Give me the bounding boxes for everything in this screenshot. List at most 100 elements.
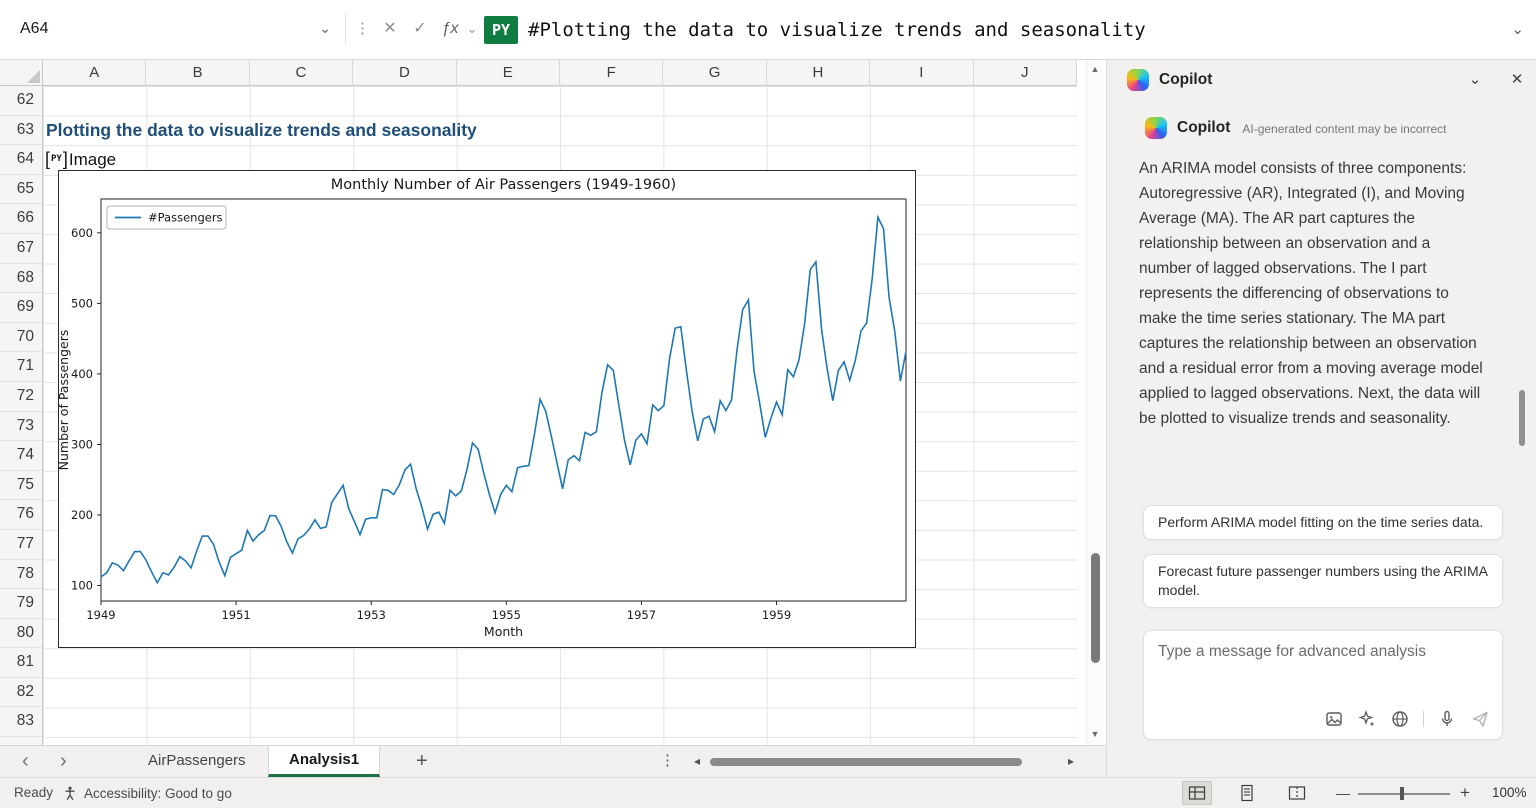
row-header-69[interactable]: 69: [0, 293, 42, 323]
copilot-header: Copilot ⌄ ✕: [1107, 60, 1536, 100]
row-header-68[interactable]: 68: [0, 264, 42, 294]
row-header-78[interactable]: 78: [0, 560, 42, 590]
insert-function-icon[interactable]: ƒx: [438, 14, 462, 44]
cell-a64-text: Image: [69, 150, 116, 170]
name-box-chevron-icon[interactable]: ⌄: [319, 13, 331, 43]
view-page-layout-button[interactable]: [1232, 781, 1262, 805]
svg-text:1951: 1951: [221, 608, 250, 622]
microphone-icon[interactable]: [1437, 709, 1457, 729]
hscroll-left-icon[interactable]: ◂: [694, 746, 700, 776]
svg-text:1953: 1953: [357, 608, 386, 622]
row-header-73[interactable]: 73: [0, 412, 42, 442]
suggestion-chip[interactable]: Forecast future passenger numbers using …: [1143, 554, 1503, 608]
column-header-d[interactable]: D: [353, 60, 456, 86]
column-header-c[interactable]: C: [250, 60, 353, 86]
cancel-entry-icon[interactable]: ✕: [378, 14, 402, 44]
prompt-sparkle-icon[interactable]: [1357, 709, 1377, 729]
row-header-76[interactable]: 76: [0, 500, 42, 530]
svg-text:1949: 1949: [86, 608, 115, 622]
zoom-level[interactable]: 100%: [1492, 778, 1527, 808]
column-header-b[interactable]: B: [146, 60, 249, 86]
send-icon[interactable]: [1470, 709, 1490, 729]
zoom-slider-thumb[interactable]: [1400, 787, 1404, 800]
name-box[interactable]: A64 ⌄: [14, 13, 346, 45]
sheet-nav-right-icon[interactable]: ›: [60, 746, 67, 776]
svg-text:1955: 1955: [492, 608, 521, 622]
svg-text:300: 300: [71, 437, 93, 451]
horizontal-scrollbar-thumb[interactable]: [710, 758, 1022, 766]
sheet-nav-left-icon[interactable]: ‹: [22, 746, 29, 776]
zoom-slider[interactable]: [1358, 793, 1450, 795]
select-all-corner[interactable]: [0, 60, 43, 86]
column-header-i[interactable]: I: [870, 60, 973, 86]
row-header-71[interactable]: 71: [0, 352, 42, 382]
accessibility-text: Accessibility: Good to go: [84, 786, 232, 801]
column-header-g[interactable]: G: [663, 60, 766, 86]
view-page-break-icon: [1288, 785, 1306, 801]
formula-bar-expand-icon[interactable]: ⌄: [1511, 16, 1524, 44]
svg-text:100: 100: [71, 578, 93, 592]
globe-icon[interactable]: [1390, 709, 1410, 729]
collapse-pane-icon[interactable]: ⌄: [1463, 60, 1487, 100]
sheet-options-icon[interactable]: ⋮: [660, 746, 675, 776]
copilot-pane-title: Copilot: [1159, 60, 1212, 100]
confirm-entry-icon[interactable]: ✓: [408, 14, 432, 44]
copilot-input-box[interactable]: Type a message for advanced analysis: [1143, 630, 1503, 740]
hscroll-right-icon[interactable]: ▸: [1068, 746, 1074, 776]
accessibility-status[interactable]: Accessibility: Good to go: [62, 778, 232, 808]
vertical-scrollbar[interactable]: ▲ ▼: [1086, 60, 1103, 745]
svg-text:400: 400: [71, 367, 93, 381]
row-header-75[interactable]: 75: [0, 471, 42, 501]
svg-text:200: 200: [71, 508, 93, 522]
row-header-63[interactable]: 63: [0, 116, 42, 146]
svg-text:1957: 1957: [627, 608, 656, 622]
column-header-h[interactable]: H: [767, 60, 870, 86]
view-normal-icon: [1188, 785, 1206, 801]
row-header-83[interactable]: 83: [0, 707, 42, 737]
view-normal-button[interactable]: [1182, 781, 1212, 805]
cell-reference: A64: [20, 13, 48, 45]
view-page-layout-icon: [1238, 784, 1256, 802]
accessibility-icon: [62, 785, 78, 801]
function-chevron-icon[interactable]: ⌄: [460, 14, 484, 44]
row-header-81[interactable]: 81: [0, 648, 42, 678]
row-header-67[interactable]: 67: [0, 234, 42, 264]
row-header-82[interactable]: 82: [0, 678, 42, 708]
status-ready: Ready: [14, 778, 53, 808]
row-header-66[interactable]: 66: [0, 204, 42, 234]
embedded-chart-image[interactable]: Monthly Number of Air Passengers (1949-1…: [58, 170, 916, 648]
column-header-e[interactable]: E: [457, 60, 560, 86]
attach-image-icon[interactable]: [1324, 709, 1344, 729]
row-header-64[interactable]: 64: [0, 145, 42, 175]
ai-disclaimer: AI-generated content may be incorrect: [1242, 122, 1446, 136]
sheet-tab-analysis1[interactable]: Analysis1: [268, 746, 380, 777]
zoom-out-button[interactable]: —: [1336, 778, 1350, 808]
add-sheet-button[interactable]: +: [416, 746, 428, 776]
row-header-70[interactable]: 70: [0, 323, 42, 353]
copilot-scrollbar-thumb[interactable]: [1519, 390, 1525, 446]
formula-input[interactable]: #Plotting the data to visualize trends a…: [528, 16, 1146, 44]
cells-region[interactable]: Plotting the data to visualize trends an…: [43, 86, 1077, 745]
row-header-77[interactable]: 77: [0, 530, 42, 560]
column-header-a[interactable]: A: [43, 60, 146, 86]
close-pane-icon[interactable]: ✕: [1505, 60, 1529, 100]
scroll-up-icon[interactable]: ▲: [1087, 64, 1103, 74]
row-header-72[interactable]: 72: [0, 382, 42, 412]
copilot-avatar-icon: [1145, 117, 1167, 139]
row-header-65[interactable]: 65: [0, 175, 42, 205]
row-header-80[interactable]: 80: [0, 619, 42, 649]
row-header-79[interactable]: 79: [0, 589, 42, 619]
suggestion-chip[interactable]: Perform ARIMA model fitting on the time …: [1143, 505, 1503, 540]
column-header-j[interactable]: J: [974, 60, 1077, 86]
row-header-62[interactable]: 62: [0, 86, 42, 116]
formula-bar-grip-icon[interactable]: ⋮: [355, 14, 368, 44]
svg-text:Month: Month: [484, 624, 523, 639]
sheet-tab-airpassengers[interactable]: AirPassengers: [128, 746, 266, 777]
zoom-in-button[interactable]: +: [1460, 778, 1470, 808]
scroll-down-icon[interactable]: ▼: [1087, 729, 1103, 739]
view-page-break-button[interactable]: [1282, 781, 1312, 805]
svg-text:Number of Passengers: Number of Passengers: [59, 330, 71, 471]
row-header-74[interactable]: 74: [0, 441, 42, 471]
column-header-f[interactable]: F: [560, 60, 663, 86]
vertical-scrollbar-thumb[interactable]: [1091, 553, 1100, 663]
